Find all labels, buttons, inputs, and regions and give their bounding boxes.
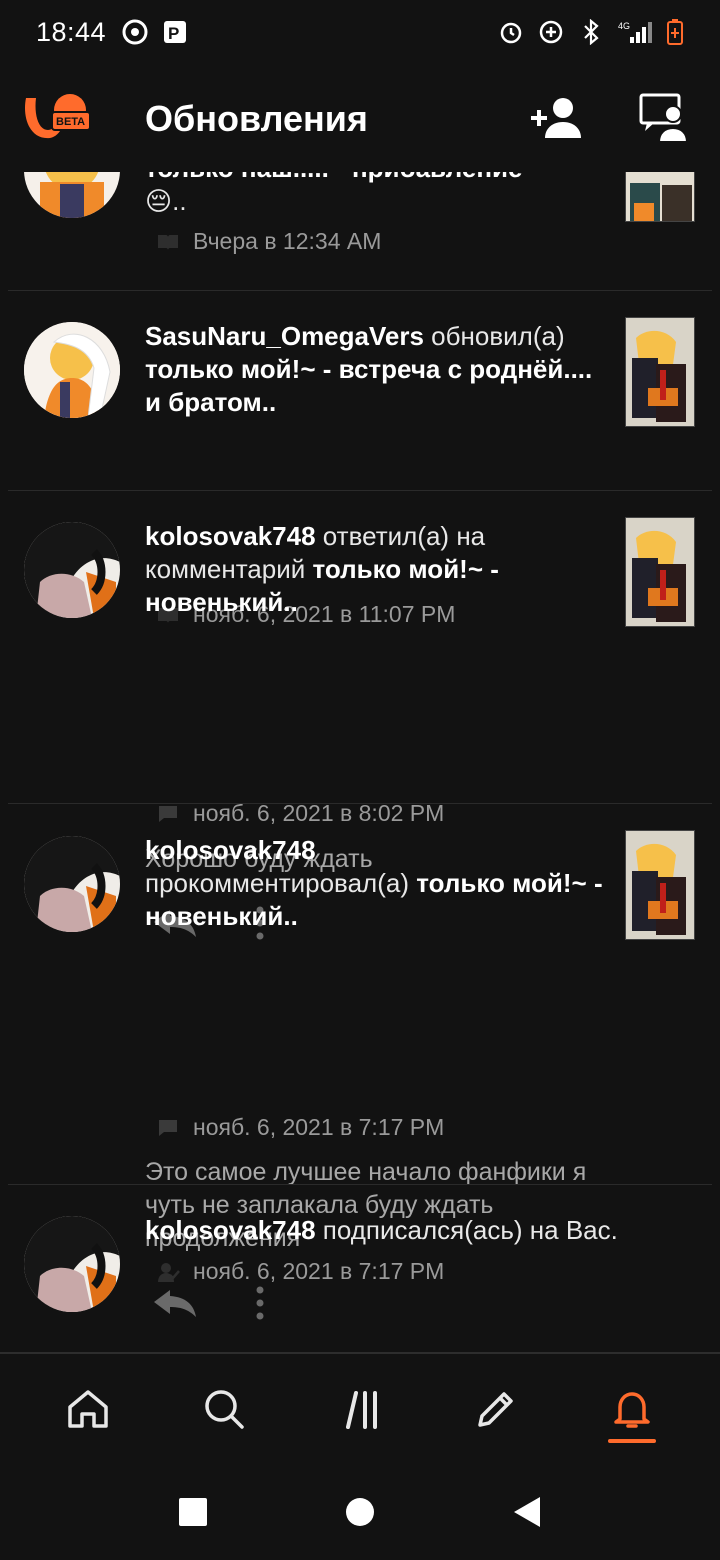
- divider: [8, 290, 712, 291]
- chrome-icon: [122, 19, 148, 45]
- comment-icon: [155, 1117, 181, 1139]
- nav-library[interactable]: [320, 1369, 400, 1449]
- back-triangle-icon: [513, 1497, 540, 1527]
- top-app-bar: BETA Обновления: [0, 64, 720, 172]
- avatar[interactable]: [24, 172, 120, 218]
- alarm-icon: [498, 19, 524, 45]
- update-time: нояб. 6, 2021 в 7:17 PM: [193, 1114, 445, 1140]
- more-vertical-icon: [256, 1286, 264, 1320]
- system-navigation-bar: [0, 1464, 720, 1560]
- update-text: kolosovak748 ответил(а) на комментарий т…: [145, 521, 499, 617]
- update-text: SasuNaru_OmegaVers обновил(а) только мой…: [145, 321, 593, 417]
- follow-icon: [155, 1261, 181, 1283]
- update-meta: Вчера в 12:34 AM: [155, 228, 381, 255]
- avatar[interactable]: [24, 836, 120, 932]
- work-cover[interactable]: [625, 830, 695, 940]
- updates-feed[interactable]: только наш..... - прибавление 😔.. Вчера …: [0, 172, 720, 1352]
- add-user-icon: [531, 98, 581, 138]
- update-text: только наш..... - прибавление 😔..: [145, 172, 522, 216]
- bottom-navigation: [0, 1354, 720, 1464]
- comment-icon: [155, 803, 181, 825]
- reply-button[interactable]: [150, 1283, 200, 1323]
- update-text: kolosovak748 прокомментировал(а) только …: [145, 835, 603, 931]
- status-time: 18:44: [36, 16, 107, 47]
- avatar[interactable]: [24, 322, 120, 418]
- bluetooth-icon: [578, 19, 604, 45]
- circle-icon: [345, 1498, 374, 1526]
- avatar[interactable]: [24, 522, 120, 618]
- update-meta: нояб. 6, 2021 в 8:02 PM: [155, 800, 444, 827]
- work-cover[interactable]: [625, 172, 695, 222]
- svg-text:4G: 4G: [618, 21, 630, 31]
- add-friend-button[interactable]: [528, 92, 586, 144]
- update-meta: нояб. 6, 2021 в 7:17 PM: [155, 1258, 444, 1285]
- update-time: нояб. 6, 2021 в 7:17 PM: [193, 1258, 445, 1284]
- active-tab-indicator: [608, 1439, 656, 1443]
- recent-apps-button[interactable]: [173, 1492, 213, 1532]
- user-link[interactable]: SasuNaru_OmegaVers: [145, 321, 424, 351]
- user-link[interactable]: kolosovak748: [145, 835, 316, 865]
- reply-icon: [154, 1290, 196, 1317]
- page-title: Обновления: [145, 98, 368, 139]
- work-link[interactable]: только мой!~ - встреча с роднёй.... и бр…: [145, 354, 592, 417]
- battery-icon: [666, 19, 684, 45]
- square-icon: [179, 1498, 208, 1526]
- nav-notifications[interactable]: [592, 1369, 672, 1449]
- bell-icon: [614, 1392, 650, 1428]
- library-icon: [346, 1391, 377, 1429]
- divider: [8, 490, 712, 491]
- comment-actions: [150, 1283, 270, 1323]
- user-link[interactable]: kolosovak748: [145, 521, 316, 551]
- work-cover[interactable]: [625, 517, 695, 627]
- parking-app-icon: P: [162, 19, 188, 45]
- home-system-button[interactable]: [340, 1492, 380, 1532]
- update-text: kolosovak748 подписался(ась) на Вас.: [145, 1215, 618, 1245]
- update-meta: нояб. 6, 2021 в 7:17 PM: [155, 1114, 444, 1141]
- divider: [8, 1184, 712, 1185]
- more-options-button[interactable]: [250, 1283, 270, 1323]
- user-link[interactable]: kolosovak748: [145, 1215, 316, 1245]
- home-icon: [68, 1390, 108, 1428]
- app-logo: BETA: [20, 88, 92, 146]
- work-cover[interactable]: [625, 317, 695, 427]
- nav-search[interactable]: [184, 1369, 264, 1449]
- update-time: Вчера в 12:34 AM: [193, 228, 382, 254]
- nav-write[interactable]: [456, 1369, 536, 1449]
- messages-button[interactable]: [636, 92, 694, 144]
- status-bar: 18:44 P 4G: [0, 0, 720, 64]
- back-system-button[interactable]: [507, 1492, 547, 1532]
- chat-user-icon: [639, 93, 689, 143]
- avatar[interactable]: [24, 1216, 120, 1312]
- divider: [8, 803, 712, 804]
- svg-text:P: P: [168, 24, 179, 43]
- search-icon: [205, 1390, 244, 1429]
- book-icon: [155, 231, 181, 253]
- update-time: нояб. 6, 2021 в 8:02 PM: [193, 800, 445, 826]
- signal-icon: 4G: [618, 19, 652, 45]
- svg-text:BETA: BETA: [56, 116, 85, 128]
- pencil-icon: [478, 1392, 513, 1427]
- nav-home[interactable]: [48, 1369, 128, 1449]
- data-saver-icon: [538, 19, 564, 45]
